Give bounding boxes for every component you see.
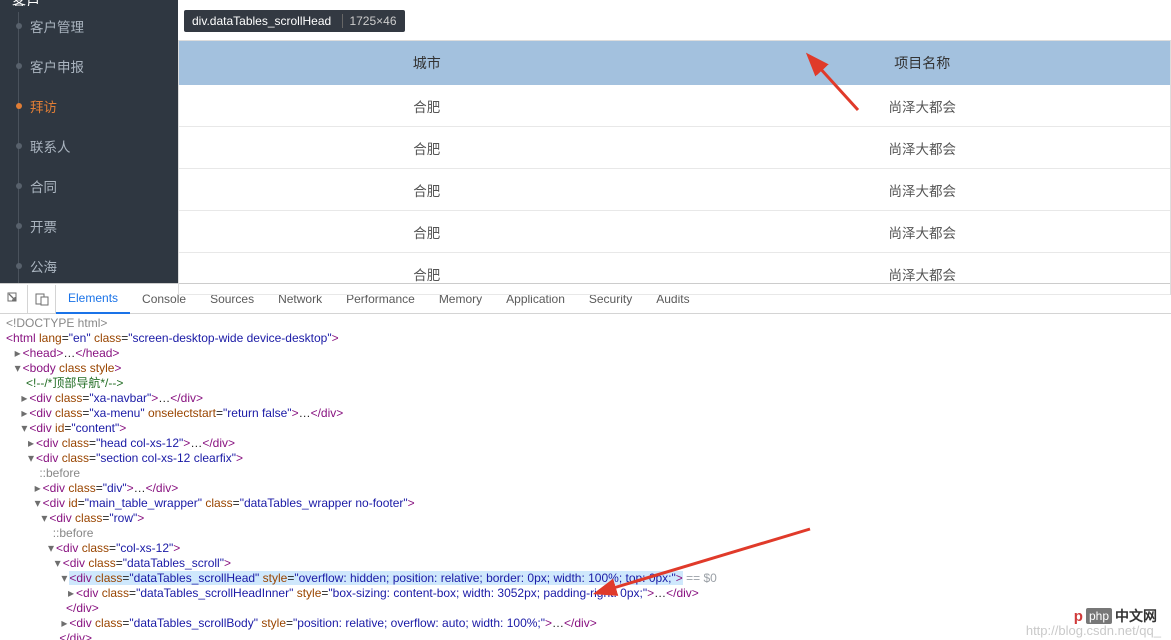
table-cell: 合肥 xyxy=(179,138,675,158)
collapse-caret-icon[interactable]: ▾ xyxy=(33,496,43,511)
dom-node[interactable]: <!DOCTYPE html> xyxy=(6,316,107,330)
expand-caret-icon[interactable]: ▸ xyxy=(26,436,36,451)
table-cell: 尚泽大都会 xyxy=(675,264,1171,284)
table-cell: 合肥 xyxy=(179,96,675,116)
expand-caret-icon[interactable]: ▸ xyxy=(33,481,43,496)
tooltip-dimensions: 1725×46 xyxy=(342,14,396,28)
collapse-caret-icon[interactable]: ▾ xyxy=(59,571,69,586)
eq0-indicator: == $0 xyxy=(683,571,717,585)
sidebar-item-label: 开票 xyxy=(30,216,57,236)
table-header-cell[interactable]: 城市 xyxy=(179,53,675,73)
sidebar-item-visit[interactable]: 拜访 xyxy=(0,86,178,126)
sidebar-item-label: 拜访 xyxy=(30,96,57,116)
expand-caret-icon[interactable]: ▸ xyxy=(59,616,69,631)
sidebar-item-label: 客户申报 xyxy=(30,56,84,76)
collapse-caret-icon[interactable]: ▾ xyxy=(13,361,23,376)
table-cell: 合肥 xyxy=(179,180,675,200)
logo-p-icon: p xyxy=(1074,608,1083,625)
sidebar-item-invoice[interactable]: 开票 xyxy=(0,206,178,246)
expand-caret-icon[interactable]: ▸ xyxy=(13,346,23,361)
expand-caret-icon[interactable]: ▸ xyxy=(66,586,76,601)
tab-label: Elements xyxy=(68,291,118,305)
sidebar-item-label: 合同 xyxy=(30,176,57,196)
tooltip-selector: div.dataTables_scrollHead xyxy=(192,14,331,28)
dom-comment: <!--/*顶部导航*/--> xyxy=(26,376,123,390)
inspect-element-icon[interactable] xyxy=(0,285,28,313)
sidebar-item-customer-manage[interactable]: 客户管理 xyxy=(0,6,178,46)
devtools-dom-tree[interactable]: <!DOCTYPE html> <html lang="en" class="s… xyxy=(0,314,1171,640)
sidebar-item-label: 联系人 xyxy=(30,136,71,156)
collapse-caret-icon[interactable]: ▾ xyxy=(39,511,49,526)
logo-cn-text: 中文网 xyxy=(1115,606,1157,626)
table-cell: 尚泽大都会 xyxy=(675,138,1171,158)
collapse-caret-icon[interactable]: ▾ xyxy=(53,556,63,571)
expand-caret-icon[interactable]: ▸ xyxy=(19,391,29,406)
data-table: 城市 项目名称 合肥尚泽大都会 合肥尚泽大都会 合肥尚泽大都会 合肥尚泽大都会 … xyxy=(178,40,1171,295)
table-cell: 尚泽大都会 xyxy=(675,180,1171,200)
table-row[interactable]: 合肥尚泽大都会 xyxy=(179,85,1170,127)
collapse-caret-icon[interactable]: ▾ xyxy=(19,421,29,436)
sidebar-item-customer-declare[interactable]: 客户申报 xyxy=(0,46,178,86)
table-row[interactable]: 合肥尚泽大都会 xyxy=(179,127,1170,169)
tab-elements[interactable]: Elements xyxy=(56,284,130,314)
pseudo-element: ::before xyxy=(53,526,94,540)
table-cell: 尚泽大都会 xyxy=(675,96,1171,116)
sidebar: 客户 客户管理 客户申报 拜访 联系人 合同 开票 公海 xyxy=(0,0,178,283)
table-row[interactable]: 合肥尚泽大都会 xyxy=(179,169,1170,211)
logo-php-badge: php xyxy=(1086,608,1112,624)
table-header-row: 城市 项目名称 xyxy=(179,41,1170,85)
sidebar-list: 客户管理 客户申报 拜访 联系人 合同 开票 公海 xyxy=(0,6,178,283)
inspector-tooltip: div.dataTables_scrollHead 1725×46 xyxy=(184,10,405,32)
collapse-caret-icon[interactable]: ▾ xyxy=(46,541,56,556)
devtools-panel: Elements Console Sources Network Perform… xyxy=(0,283,1171,640)
device-toolbar-icon[interactable] xyxy=(28,285,56,313)
app-top: 客户 客户管理 客户申报 拜访 联系人 合同 开票 公海 div.dataTab… xyxy=(0,0,1171,283)
table-cell: 尚泽大都会 xyxy=(675,222,1171,242)
sidebar-item-label: 客户管理 xyxy=(30,16,84,36)
content-area: div.dataTables_scrollHead 1725×46 城市 项目名… xyxy=(178,0,1171,283)
sidebar-item-sea[interactable]: 公海 xyxy=(0,246,178,283)
site-logo: p php 中文网 xyxy=(1074,606,1157,626)
expand-caret-icon[interactable]: ▸ xyxy=(19,406,29,421)
sidebar-item-label: 公海 xyxy=(30,256,57,276)
pseudo-element: ::before xyxy=(39,466,80,480)
table-row[interactable]: 合肥尚泽大都会 xyxy=(179,253,1170,295)
table-row[interactable]: 合肥尚泽大都会 xyxy=(179,211,1170,253)
sidebar-item-contact[interactable]: 联系人 xyxy=(0,126,178,166)
table-cell: 合肥 xyxy=(179,264,675,284)
dom-selected-node[interactable]: ▾<div class="dataTables_scrollHead" styl… xyxy=(6,571,1171,586)
table-cell: 合肥 xyxy=(179,222,675,242)
sidebar-item-contract[interactable]: 合同 xyxy=(0,166,178,206)
collapse-caret-icon[interactable]: ▾ xyxy=(26,451,36,466)
table-header-cell[interactable]: 项目名称 xyxy=(675,53,1171,73)
